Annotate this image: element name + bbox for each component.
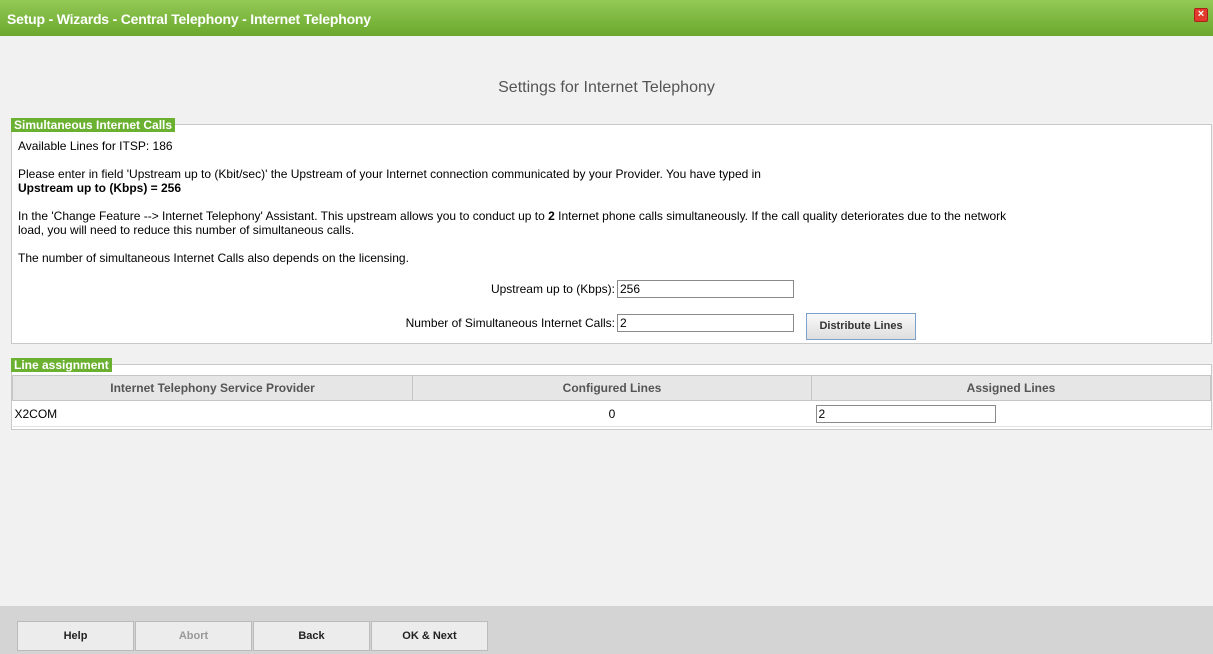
close-icon[interactable]: × (1194, 8, 1208, 22)
capacity-text-part1: In the 'Change Feature --> Internet Tele… (18, 209, 549, 223)
column-header-provider: Internet Telephony Service Provider (12, 375, 413, 401)
footer-bar: Help Abort Back OK & Next (0, 606, 1213, 654)
available-lines-text: Available Lines for ITSP: 186 (18, 139, 173, 153)
capacity-text-part2: Internet phone calls simultaneously. If … (554, 209, 1007, 223)
back-button[interactable]: Back (253, 621, 370, 651)
typed-upstream-text: Upstream up to (Kbps) = 256 (18, 181, 182, 195)
ok-next-button[interactable]: OK & Next (371, 621, 488, 651)
simultaneous-calls-section: Simultaneous Internet Calls Available Li… (11, 118, 1212, 344)
column-header-configured: Configured Lines (412, 375, 812, 401)
line-assignment-legend: Line assignment (11, 358, 112, 372)
distribute-lines-button[interactable]: Distribute Lines (806, 313, 916, 340)
window-title-bar: Setup - Wizards - Central Telephony - In… (0, 0, 1213, 36)
capacity-paragraph-line1: In the 'Change Feature --> Internet Tele… (18, 209, 1006, 223)
capacity-calls-count: 2 (548, 209, 555, 223)
upstream-input[interactable] (617, 280, 794, 298)
calls-label: Number of Simultaneous Internet Calls: (405, 316, 615, 330)
calls-input[interactable] (617, 314, 794, 332)
licensing-note: The number of simultaneous Internet Call… (18, 251, 409, 265)
line-assignment-table: Internet Telephony Service Provider Conf… (12, 375, 1211, 427)
abort-button: Abort (135, 621, 252, 651)
page-title: Settings for Internet Telephony (498, 79, 715, 96)
upstream-label: Upstream up to (Kbps): (490, 282, 615, 296)
upstream-intro-text: Please enter in field 'Upstream up to (K… (18, 167, 761, 181)
window-title: Setup - Wizards - Central Telephony - In… (7, 11, 371, 27)
provider-cell: X2COM (12, 400, 413, 427)
table-row: X2COM 0 (12, 400, 1211, 427)
capacity-paragraph-line2: load, you will need to reduce this numbe… (18, 223, 355, 237)
simultaneous-calls-legend: Simultaneous Internet Calls (11, 118, 176, 132)
table-header-row: Internet Telephony Service Provider Conf… (12, 375, 1211, 401)
column-header-assigned: Assigned Lines (811, 375, 1211, 401)
help-button[interactable]: Help (17, 621, 134, 651)
assigned-lines-cell (811, 400, 1211, 427)
assigned-lines-input[interactable] (815, 404, 996, 423)
line-assignment-section: Line assignment Internet Telephony Servi… (11, 358, 1212, 430)
configured-lines-cell: 0 (412, 400, 812, 427)
